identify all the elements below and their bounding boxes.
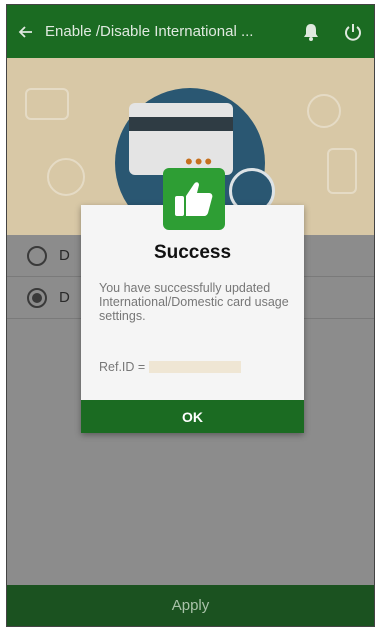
app-screen: Enable /Disable International ... ••• D … [6,4,375,627]
back-arrow-icon[interactable] [7,5,45,58]
reference-id-label: Ref.ID = [99,360,146,374]
credit-card-icon: ••• [129,103,233,175]
option-label: D [59,289,70,306]
ok-button[interactable]: OK [81,400,304,433]
dialog-title: Success [153,242,232,263]
redacted-reference-value [149,361,242,373]
apply-button[interactable]: Apply [7,585,374,626]
page-title: Enable /Disable International ... [45,23,254,40]
radio-button[interactable] [27,245,47,266]
bell-icon[interactable] [290,5,332,58]
power-icon[interactable] [332,5,374,58]
doodle-shape [47,158,85,196]
doodle-shape [307,94,341,128]
option-label: D [59,247,70,264]
radio-button-selected[interactable] [27,287,47,308]
thumbs-up-icon [163,168,225,230]
doodle-shape [327,148,357,194]
success-dialog: Success You have successfully updated In… [81,168,304,433]
doodle-shape [25,88,69,120]
app-header: Enable /Disable International ... [7,5,374,58]
reference-id: Ref.ID = [99,360,242,374]
dialog-message: You have successfully updated Internatio… [99,281,289,323]
